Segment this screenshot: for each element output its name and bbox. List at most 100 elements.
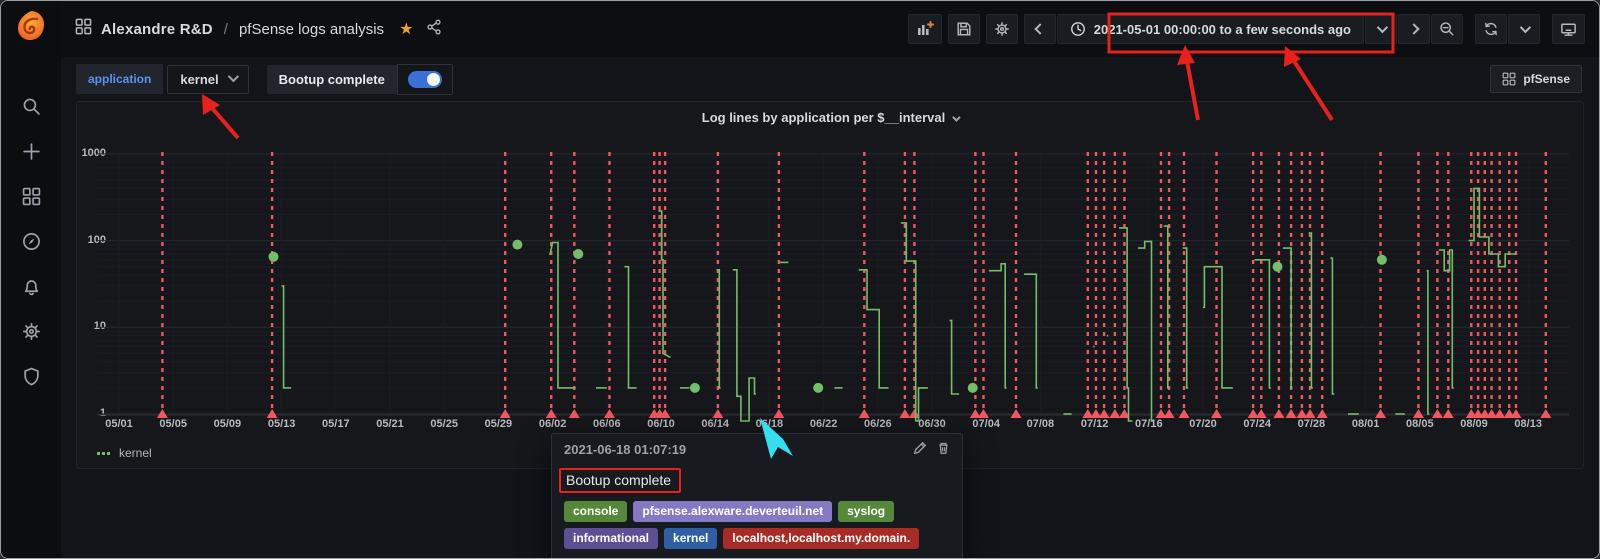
annotation-text: Bootup complete bbox=[559, 468, 682, 493]
dashboard-toolbar: 2021-05-01 00:00:00 to a few seconds ago bbox=[907, 14, 1585, 44]
delete-trash-icon[interactable] bbox=[937, 441, 950, 458]
breadcrumb[interactable]: Alexandre R&D / pfSense logs analysis ★ bbox=[75, 18, 442, 40]
annotation-tag[interactable]: kernel bbox=[664, 528, 718, 549]
chevron-down-icon bbox=[1376, 21, 1389, 34]
breadcrumb-page-title[interactable]: pfSense logs analysis bbox=[239, 21, 384, 38]
series-kernel bbox=[988, 263, 1007, 389]
series-kernel bbox=[1426, 269, 1430, 415]
dashboard-link-label: pfSense bbox=[1523, 72, 1570, 86]
x-tick-label: 07/16 bbox=[1135, 418, 1163, 430]
dashboard-link-pfsense[interactable]: pfSense bbox=[1490, 65, 1582, 93]
time-range-forward-button[interactable] bbox=[1398, 14, 1430, 44]
series-point bbox=[1376, 254, 1387, 265]
annotation-toggle-label: Bootup complete bbox=[266, 64, 397, 94]
series-point bbox=[813, 382, 824, 393]
toggle-switch-on[interactable] bbox=[407, 70, 442, 88]
x-tick-label: 05/29 bbox=[484, 418, 513, 430]
annotation-tag[interactable]: syslog bbox=[838, 501, 895, 522]
dashboard-grid-icon bbox=[75, 18, 92, 40]
x-tick-label: 05/09 bbox=[213, 418, 242, 430]
series-point bbox=[512, 239, 523, 250]
x-tick-label: 08/13 bbox=[1514, 418, 1542, 430]
x-tick-label: 07/24 bbox=[1243, 418, 1271, 430]
series-kernel bbox=[1330, 257, 1335, 395]
series-point bbox=[967, 382, 978, 393]
series-point bbox=[1272, 261, 1283, 272]
annotation-tooltip: 2021-06-18 01:07:19 Bootup complete cons… bbox=[551, 433, 963, 558]
dashboard-settings-button[interactable] bbox=[985, 14, 1018, 44]
share-icon[interactable] bbox=[426, 18, 442, 40]
annotation-tags: console pfsense.alexware.deverteuil.net sy… bbox=[552, 496, 962, 558]
x-tick-label: 07/12 bbox=[1080, 418, 1109, 430]
series-point bbox=[689, 382, 700, 393]
x-tick-label: 06/30 bbox=[918, 418, 946, 430]
x-tick-label: 07/28 bbox=[1297, 418, 1326, 430]
x-tick-label: 07/04 bbox=[972, 418, 1000, 430]
annotation-toggle[interactable] bbox=[396, 63, 453, 95]
time-range-back-button[interactable] bbox=[1023, 14, 1056, 44]
server-admin-shield-icon[interactable] bbox=[22, 367, 41, 386]
add-panel-button[interactable] bbox=[907, 14, 942, 44]
variable-selected-value: kernel bbox=[180, 71, 219, 87]
breadcrumb-separator: / bbox=[223, 20, 228, 38]
x-tick-label: 08/05 bbox=[1406, 418, 1434, 430]
x-axis: 05/01 05/05 05/09 05/13 05/17 05/21 05/25 05/29… bbox=[97, 418, 1569, 434]
x-tick-label: 05/25 bbox=[430, 418, 458, 430]
x-tick-label: 05/13 bbox=[267, 418, 296, 430]
cycle-view-mode-button[interactable] bbox=[1552, 14, 1585, 44]
x-tick-label: 06/02 bbox=[538, 418, 567, 430]
refresh-interval-caret-button[interactable] bbox=[1508, 14, 1540, 44]
x-tick-label: 05/01 bbox=[105, 418, 133, 430]
legend-series-name: kernel bbox=[119, 446, 152, 460]
save-dashboard-button[interactable] bbox=[947, 14, 980, 44]
sidebar bbox=[1, 1, 61, 558]
time-picker-caret-button[interactable] bbox=[1365, 14, 1397, 44]
series-kernel bbox=[732, 269, 756, 422]
series-point bbox=[268, 251, 279, 262]
search-icon[interactable] bbox=[22, 97, 41, 116]
create-plus-icon[interactable] bbox=[22, 142, 41, 161]
chevron-down-icon bbox=[1519, 21, 1532, 34]
series-point bbox=[573, 249, 584, 259]
chevron-down-icon bbox=[952, 113, 961, 122]
x-tick-label: 05/21 bbox=[376, 418, 404, 430]
x-tick-label: 06/14 bbox=[701, 418, 729, 430]
annotation-tag[interactable]: localhost,localhost.my.domain. bbox=[723, 528, 920, 549]
graph-panel: Log lines by application per $__interval… bbox=[76, 101, 1584, 469]
series-kernel bbox=[1119, 227, 1133, 422]
time-range-text: 2021-05-01 00:00:00 to a few seconds ago bbox=[1093, 21, 1351, 37]
toggle-knob bbox=[426, 72, 440, 86]
grafana-app: Alexandre R&D / pfSense logs analysis ★ bbox=[0, 0, 1600, 559]
annotation-tag[interactable]: informational bbox=[564, 528, 659, 549]
time-series-chart[interactable] bbox=[97, 150, 1569, 422]
grafana-logo[interactable] bbox=[14, 9, 48, 43]
legend-item-kernel[interactable]: kernel bbox=[97, 446, 152, 460]
chevron-left-icon bbox=[1034, 23, 1046, 35]
panel-title[interactable]: Log lines by application per $__interval bbox=[77, 110, 1583, 125]
favorite-star-icon[interactable]: ★ bbox=[399, 19, 413, 39]
dashboards-icon[interactable] bbox=[22, 187, 41, 206]
x-tick-label: 07/08 bbox=[1026, 418, 1055, 430]
breadcrumb-folder[interactable]: Alexandre R&D bbox=[101, 21, 213, 38]
dashboard-submenu: application kernel Bootup complete pfSen… bbox=[76, 63, 1582, 95]
configuration-gear-icon[interactable] bbox=[22, 322, 41, 341]
variable-value-dropdown[interactable]: kernel bbox=[167, 64, 249, 94]
refresh-button[interactable] bbox=[1475, 14, 1507, 44]
annotation-tag[interactable]: console bbox=[564, 501, 628, 522]
series-kernel bbox=[1308, 232, 1313, 389]
series-kernel bbox=[1438, 249, 1454, 389]
series-kernel bbox=[1163, 225, 1170, 389]
explore-compass-icon[interactable] bbox=[22, 232, 41, 251]
top-navbar: Alexandre R&D / pfSense logs analysis ★ bbox=[61, 1, 1599, 57]
annotation-time: 2021-06-18 01:07:19 bbox=[564, 442, 687, 457]
alerting-bell-icon[interactable] bbox=[22, 277, 41, 296]
annotation-tag[interactable]: pfsense.alexware.deverteuil.net bbox=[633, 501, 833, 522]
zoom-out-button[interactable] bbox=[1431, 14, 1463, 44]
time-range-picker[interactable]: 2021-05-01 00:00:00 to a few seconds ago bbox=[1056, 14, 1364, 44]
edit-pencil-icon[interactable] bbox=[913, 441, 927, 458]
x-tick-label: 07/20 bbox=[1189, 418, 1217, 430]
x-tick-label: 06/26 bbox=[864, 418, 892, 430]
annotation-toggle-control: Bootup complete bbox=[266, 63, 453, 95]
x-tick-label: 08/01 bbox=[1351, 418, 1380, 430]
x-tick-label: 06/18 bbox=[755, 418, 784, 430]
